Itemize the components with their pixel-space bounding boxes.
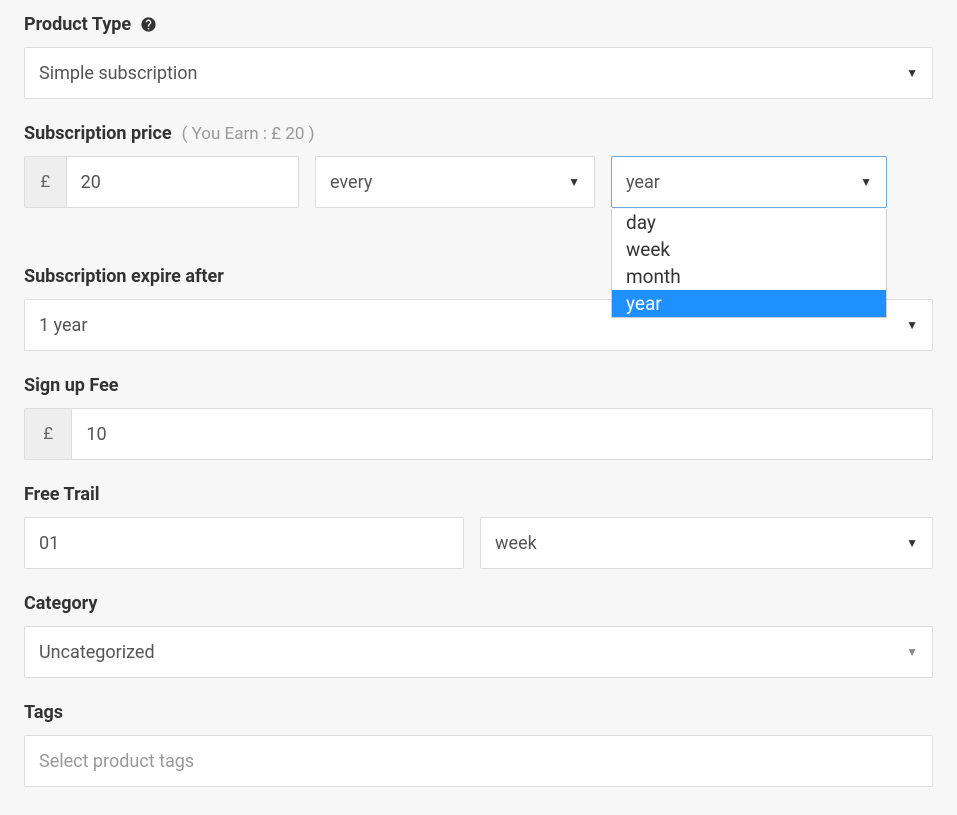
category-group: Category Uncategorized ▼ [24, 593, 933, 678]
product-type-label: Product Type [24, 14, 131, 35]
free-trail-unit-value: week [495, 533, 537, 554]
interval-option-month[interactable]: month [612, 263, 886, 290]
signup-fee-label-row: Sign up Fee [24, 375, 933, 396]
interval-option-year[interactable]: year [612, 290, 886, 317]
category-select[interactable]: Uncategorized ▼ [24, 626, 933, 678]
category-label-row: Category [24, 593, 933, 614]
chevron-down-icon: ▼ [906, 318, 918, 332]
category-label: Category [24, 593, 97, 614]
signup-fee-input-group: £ [24, 408, 933, 460]
subscription-expire-value: 1 year [39, 315, 87, 336]
chevron-down-icon: ▼ [568, 175, 580, 189]
product-type-value: Simple subscription [39, 63, 197, 84]
signup-fee-group: Sign up Fee £ [24, 375, 933, 460]
interval-unit-select[interactable]: year ▼ [611, 156, 887, 208]
category-value: Uncategorized [39, 642, 155, 663]
tags-label: Tags [24, 702, 63, 723]
help-icon[interactable] [139, 16, 157, 34]
tags-select[interactable]: Select product tags [24, 735, 933, 787]
chevron-down-icon: ▼ [906, 536, 918, 550]
subscription-price-group: Subscription price ( You Earn : £ 20 ) £… [24, 123, 933, 208]
chevron-down-icon: ▼ [860, 175, 872, 189]
free-trail-label-row: Free Trail [24, 484, 933, 505]
price-input[interactable] [66, 156, 299, 208]
interval-unit-dropdown: day week month year [611, 209, 887, 318]
tags-placeholder: Select product tags [39, 751, 194, 772]
currency-symbol: £ [24, 408, 71, 460]
subscription-price-row: £ every ▼ year ▼ day week month year [24, 156, 933, 208]
product-type-group: Product Type Simple subscription ▼ [24, 14, 933, 99]
interval-unit-value: year [626, 172, 660, 193]
free-trail-group: Free Trail week ▼ [24, 484, 933, 569]
interval-word-value: every [330, 172, 372, 193]
currency-symbol: £ [24, 156, 66, 208]
interval-word-select[interactable]: every ▼ [315, 156, 595, 208]
subscription-expire-label: Subscription expire after [24, 266, 224, 287]
chevron-down-icon: ▼ [906, 66, 918, 80]
tags-label-row: Tags [24, 702, 933, 723]
interval-option-day[interactable]: day [612, 209, 886, 236]
chevron-down-icon: ▼ [906, 645, 918, 659]
product-type-label-row: Product Type [24, 14, 933, 35]
free-trail-row: week ▼ [24, 517, 933, 569]
free-trail-unit-select[interactable]: week ▼ [480, 517, 933, 569]
free-trail-label: Free Trail [24, 484, 100, 505]
interval-option-week[interactable]: week [612, 236, 886, 263]
free-trail-amount-input[interactable] [24, 517, 464, 569]
earn-hint: ( You Earn : £ 20 ) [182, 124, 315, 144]
product-type-select[interactable]: Simple subscription ▼ [24, 47, 933, 99]
tags-group: Tags Select product tags [24, 702, 933, 787]
subscription-price-label: Subscription price [24, 123, 172, 144]
subscription-price-label-row: Subscription price ( You Earn : £ 20 ) [24, 123, 933, 144]
price-input-group: £ [24, 156, 299, 208]
signup-fee-input[interactable] [71, 408, 933, 460]
signup-fee-label: Sign up Fee [24, 375, 119, 396]
